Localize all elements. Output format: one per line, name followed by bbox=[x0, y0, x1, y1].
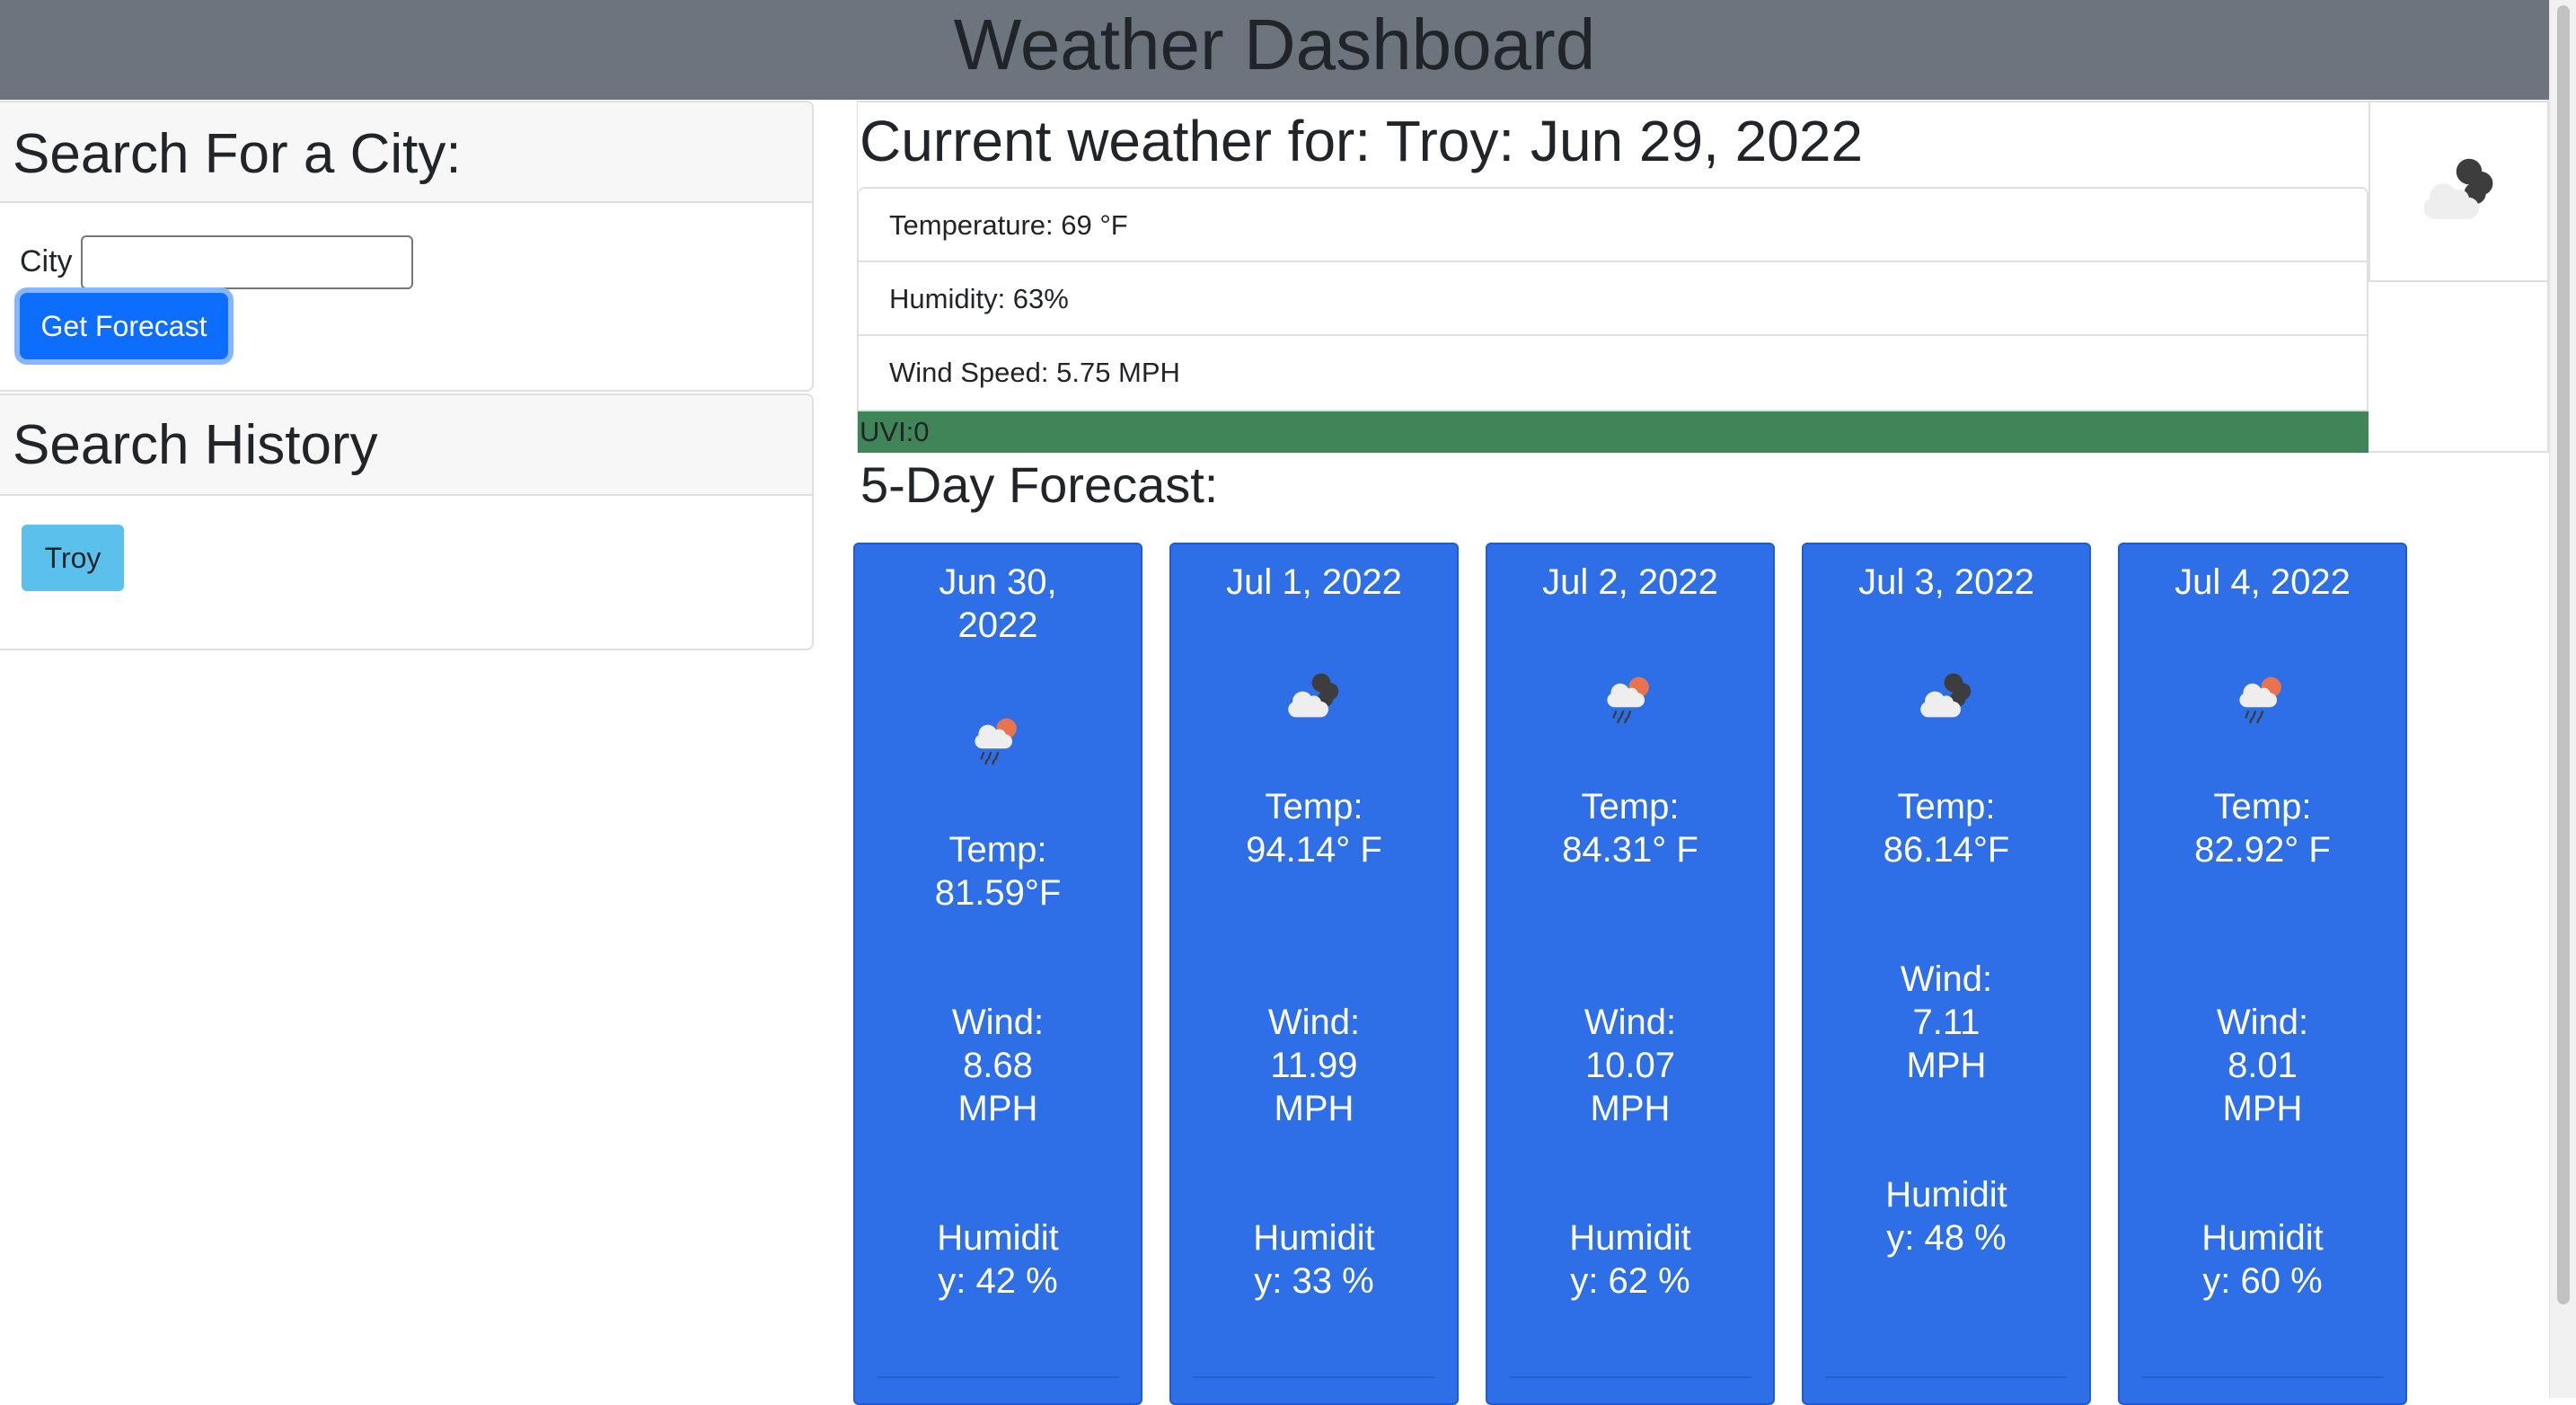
current-weather-panel: Current weather for: Troy: Jun 29, 2022 … bbox=[857, 101, 2549, 453]
forecast-wind: Wind: 10.07 MPH bbox=[1584, 1003, 1677, 1128]
forecast-temp: Temp: 86.14°F bbox=[1883, 787, 2010, 870]
history-card-header: Search History bbox=[0, 395, 812, 496]
forecast-wind: Wind: 8.68 MPH bbox=[951, 1003, 1045, 1128]
broken-clouds-icon bbox=[1910, 661, 1982, 733]
broken-clouds-icon bbox=[1278, 661, 1350, 733]
scrollbar-thumb[interactable] bbox=[2557, 5, 2570, 1304]
get-forecast-button[interactable]: Get Forecast bbox=[20, 293, 228, 359]
forecast-card: Jul 2, 2022 Temp: 84.31° F Wind: 10.07 MP… bbox=[1486, 543, 1775, 1405]
rain-sun-icon bbox=[2227, 661, 2298, 733]
rain-sun-icon bbox=[962, 702, 1034, 774]
current-humidity: Humidity: 63% bbox=[859, 262, 2367, 336]
current-temperature: Temperature: 69 °F bbox=[859, 189, 2367, 262]
forecast-humidity: Humidity: 48 % bbox=[1885, 1175, 2007, 1258]
search-history-card: Search History Troy bbox=[0, 393, 814, 650]
page-title: Weather Dashboard bbox=[953, 4, 1596, 84]
broken-clouds-icon bbox=[2410, 142, 2509, 241]
forecast-date: Jul 4, 2022 bbox=[2175, 562, 2351, 602]
current-stats-list: Temperature: 69 °F Humidity: 63% Wind Sp… bbox=[858, 187, 2369, 411]
history-item-troy[interactable]: Troy bbox=[22, 525, 124, 591]
uvi-bar: UVI:0 bbox=[858, 411, 2369, 453]
header-bar: Weather Dashboard bbox=[0, 0, 2549, 100]
current-weather-title: Current weather for: Troy: Jun 29, 2022 bbox=[860, 109, 1864, 173]
current-icon-box bbox=[2369, 102, 2548, 282]
forecast-humidity: Humidity: 60 % bbox=[2201, 1218, 2324, 1301]
forecast-date: Jul 3, 2022 bbox=[1858, 562, 2034, 602]
history-heading: Search History bbox=[13, 414, 378, 476]
forecast-date: Jun 30, 2022 bbox=[939, 562, 1057, 645]
forecast-humidity: Humidity: 62 % bbox=[1569, 1218, 1691, 1301]
forecast-temp: Temp: 81.59°F bbox=[934, 830, 1062, 913]
forecast-wind: Wind: 8.01 MPH bbox=[2216, 1003, 2309, 1128]
forecast-card: Jul 3, 2022 Temp: 86.14°F Wind: 7.11 MPH H… bbox=[1802, 543, 2091, 1405]
forecast-card: Jul 1, 2022 Temp: 94.14° F Wind: 11.99 MP… bbox=[1169, 543, 1459, 1405]
forecast-heading: 5-Day Forecast: bbox=[860, 456, 1219, 513]
forecast-date: Jul 1, 2022 bbox=[1226, 562, 1402, 602]
city-label: City bbox=[20, 244, 73, 278]
current-wind-speed: Wind Speed: 5.75 MPH bbox=[889, 357, 1180, 388]
city-input[interactable] bbox=[81, 235, 413, 289]
forecast-humidity: Humidity: 42 % bbox=[937, 1218, 1059, 1301]
forecast-card: Jun 30, 2022 Temp: 81.59°F Wind: 8.68 MPH… bbox=[853, 543, 1142, 1405]
search-card-header: Search For a City: bbox=[0, 102, 812, 203]
forecast-temp: Temp: 84.31° F bbox=[1562, 787, 1698, 870]
search-card: Search For a City: City Get Forecast bbox=[0, 101, 814, 392]
forecast-date: Jul 2, 2022 bbox=[1542, 562, 1718, 602]
forecast-temp: Temp: 82.92° F bbox=[2194, 787, 2331, 870]
forecast-card: Jul 4, 2022 Temp: 82.92° F Wind: 8.01 MPH… bbox=[2118, 543, 2407, 1405]
forecast-humidity: Humidity: 33 % bbox=[1253, 1218, 1375, 1301]
forecast-wind: Wind: 11.99 MPH bbox=[1267, 1003, 1361, 1128]
forecast-wind: Wind: 7.11 MPH bbox=[1900, 959, 1993, 1085]
search-heading: Search For a City: bbox=[13, 123, 462, 185]
rain-sun-icon bbox=[1594, 661, 1666, 733]
vertical-scrollbar[interactable] bbox=[2549, 0, 2576, 1398]
forecast-temp: Temp: 94.14° F bbox=[1246, 787, 1382, 870]
